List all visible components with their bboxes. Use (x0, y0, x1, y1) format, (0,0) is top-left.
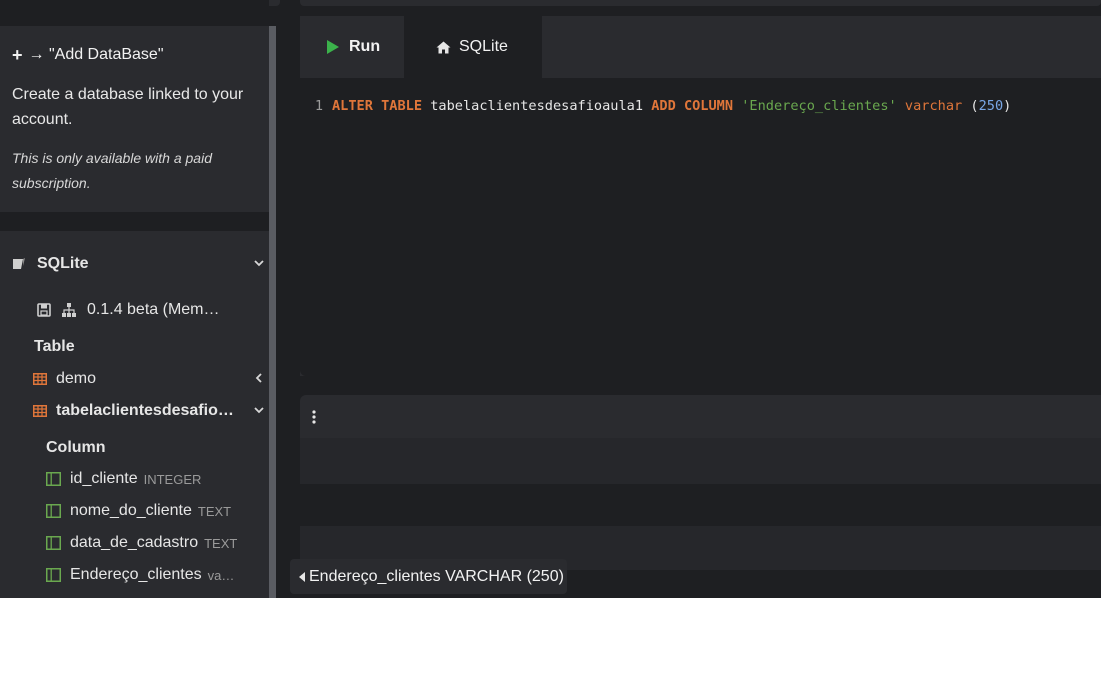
plus-icon: + (12, 45, 23, 65)
chevron-down-icon[interactable] (253, 404, 265, 416)
results-header (300, 395, 1101, 438)
run-label: Run (349, 38, 381, 55)
column-name: Endereço_clientes (70, 566, 202, 583)
line-number: 1 (314, 98, 323, 114)
more-options-icon[interactable] (312, 409, 316, 424)
tooltip-arrow-icon (299, 571, 305, 582)
table-name: tabelaclientesdesafio… (56, 402, 234, 419)
table-section-header: Table (34, 338, 75, 355)
column-item[interactable]: id_cliente INTEGER (0, 466, 269, 492)
column-tooltip: Endereço_clientes VARCHAR (250) (290, 559, 567, 594)
sqlite-engine-row[interactable]: SQLite (0, 251, 269, 277)
sqlite-db-icon (13, 258, 25, 269)
sql-paren: ( (970, 98, 979, 114)
sql-type: varchar (904, 98, 963, 114)
editor-panel: Run SQLite 1 ALTER TABLE tabelaclientesd… (300, 16, 1101, 376)
table-icon (33, 405, 47, 417)
tabs-empty-area (542, 16, 1101, 78)
add-database-card: + → "Add DataBase" Create a database lin… (0, 26, 269, 212)
database-version-label: 0.1.4 beta (Mem… (87, 301, 220, 318)
paid-subscription-note: This is only available with a paid subsc… (12, 150, 212, 191)
sql-identifier: tabelaclientesdesafioaula1 (430, 98, 644, 114)
table-icon (33, 373, 47, 385)
column-type: TEXT (204, 535, 238, 551)
sql-string: 'Endereço_clientes' (741, 98, 897, 114)
column-section-header: Column (46, 439, 106, 456)
column-item[interactable]: data_de_cadastro TEXT (0, 530, 269, 556)
column-item[interactable]: nome_do_cliente TEXT (0, 498, 269, 524)
column-type: INTEGER (143, 471, 202, 487)
schema-tree-icon[interactable] (61, 302, 77, 318)
column-icon (46, 568, 61, 582)
tab-label: SQLite (459, 38, 508, 55)
chevron-left-icon[interactable] (253, 372, 265, 384)
column-item[interactable]: Endereço_clientes va… (0, 562, 269, 588)
table-item-demo[interactable]: demo (0, 366, 269, 392)
code-line: 1 ALTER TABLE tabelaclientesdesafioaula1… (300, 97, 1012, 115)
tooltip-text: Endereço_clientes VARCHAR (250) (309, 567, 564, 585)
chevron-down-icon[interactable] (253, 257, 265, 269)
column-name: nome_do_cliente (70, 502, 192, 519)
sql-paren: ) (1003, 98, 1012, 114)
column-icon (46, 472, 61, 486)
sql-number: 250 (978, 98, 1004, 114)
sqlite-engine-label: SQLite (37, 255, 89, 272)
add-database-description: Create a database linked to your account… (12, 86, 244, 128)
play-icon (327, 40, 339, 54)
table-name: demo (56, 370, 97, 387)
column-name: data_de_cadastro (70, 534, 199, 551)
table-item-tabelaclientes[interactable]: tabelaclientesdesafio… (0, 398, 269, 424)
save-icon[interactable] (37, 303, 51, 317)
sql-keyword: ALTER TABLE (332, 98, 423, 114)
tab-sqlite[interactable]: SQLite (404, 16, 542, 78)
column-type: va… (207, 567, 235, 583)
sql-editor[interactable]: 1 ALTER TABLE tabelaclientesdesafioaula1… (300, 78, 1101, 376)
results-row (300, 438, 1101, 484)
sidebar-scrollbar[interactable] (269, 26, 276, 598)
sql-keyword: ADD COLUMN (651, 98, 734, 114)
column-type: TEXT (197, 503, 232, 519)
editor-tabs: Run SQLite (300, 16, 1101, 78)
add-database-button[interactable]: + → "Add DataBase" (12, 44, 257, 66)
database-tree: SQLite 0.1.4 beta (Mem… Table demo tabel… (0, 231, 269, 598)
run-button[interactable]: Run (300, 16, 404, 78)
add-database-label: → "Add DataBase" (28, 46, 164, 63)
app-window: + → "Add DataBase" Create a database lin… (0, 0, 1101, 598)
sidebar: + → "Add DataBase" Create a database lin… (0, 0, 269, 598)
column-icon (46, 536, 61, 550)
database-version-row: 0.1.4 beta (Mem… (0, 297, 269, 323)
home-icon (436, 41, 451, 53)
top-chip-3 (300, 0, 1101, 6)
column-name: id_cliente (70, 470, 138, 487)
column-icon (46, 504, 61, 518)
